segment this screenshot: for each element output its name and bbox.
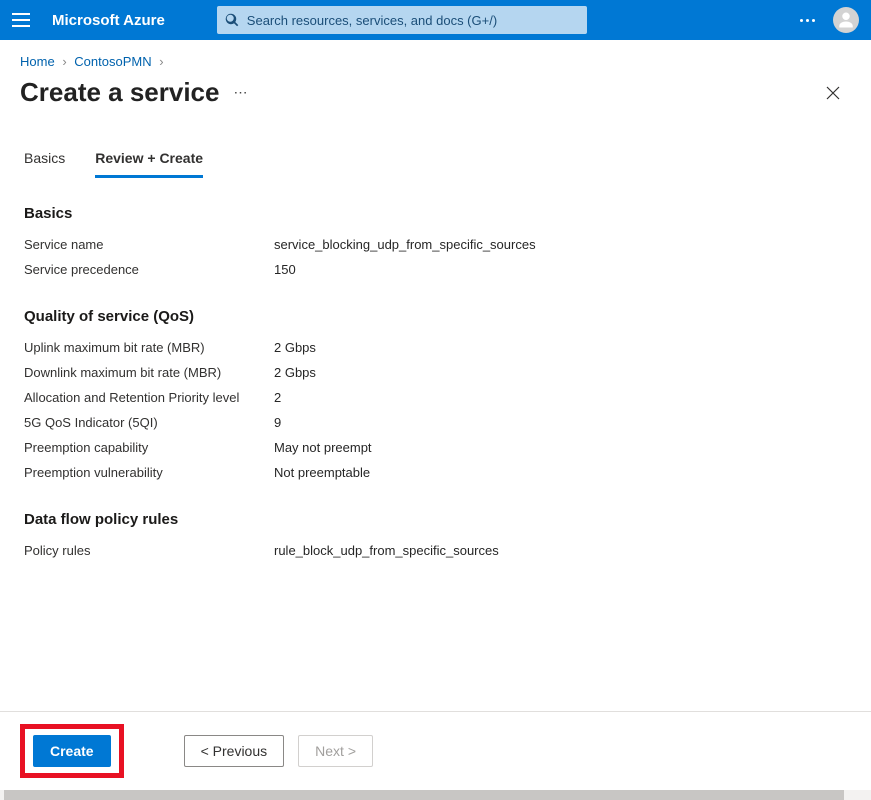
more-actions-icon[interactable] bbox=[800, 19, 815, 22]
brand-label: Microsoft Azure bbox=[52, 12, 165, 29]
table-row: Service precedence 150 bbox=[24, 257, 851, 282]
label-service-precedence: Service precedence bbox=[24, 262, 274, 277]
page-title: Create a service bbox=[20, 77, 219, 108]
scrollbar-thumb[interactable] bbox=[4, 790, 844, 800]
table-row: Preemption capability May not preempt bbox=[24, 435, 851, 460]
global-search[interactable] bbox=[217, 6, 587, 34]
value-5qi: 9 bbox=[274, 415, 281, 430]
search-icon bbox=[225, 13, 239, 27]
hamburger-menu-icon[interactable] bbox=[12, 13, 30, 27]
tabs: Basics Review + Create bbox=[24, 150, 851, 179]
horizontal-scrollbar[interactable] bbox=[0, 790, 871, 800]
value-policy-rules: rule_block_udp_from_specific_sources bbox=[274, 543, 499, 558]
label-downlink-mbr: Downlink maximum bit rate (MBR) bbox=[24, 365, 274, 380]
section-heading-basics: Basics bbox=[24, 205, 851, 222]
global-search-input[interactable] bbox=[245, 12, 579, 29]
label-5qi: 5G QoS Indicator (5QI) bbox=[24, 415, 274, 430]
footer-action-bar: Create < Previous Next > bbox=[0, 711, 871, 790]
value-service-precedence: 150 bbox=[274, 262, 296, 277]
tab-basics[interactable]: Basics bbox=[24, 150, 65, 178]
title-more-icon[interactable]: ⋯ bbox=[233, 84, 248, 101]
dataflow-table: Policy rules rule_block_udp_from_specifi… bbox=[24, 538, 851, 563]
value-uplink-mbr: 2 Gbps bbox=[274, 340, 316, 355]
tab-review-create[interactable]: Review + Create bbox=[95, 150, 203, 178]
label-policy-rules: Policy rules bbox=[24, 543, 274, 558]
create-button-highlight: Create bbox=[20, 724, 124, 778]
table-row: Allocation and Retention Priority level … bbox=[24, 385, 851, 410]
previous-button[interactable]: < Previous bbox=[184, 735, 285, 767]
value-preemption-capability: May not preempt bbox=[274, 440, 372, 455]
value-preemption-vulnerability: Not preemptable bbox=[274, 465, 370, 480]
breadcrumb-link-home[interactable]: Home bbox=[20, 54, 55, 69]
value-downlink-mbr: 2 Gbps bbox=[274, 365, 316, 380]
table-row: Policy rules rule_block_udp_from_specifi… bbox=[24, 538, 851, 563]
label-preemption-capability: Preemption capability bbox=[24, 440, 274, 455]
chevron-right-icon: › bbox=[159, 54, 163, 69]
label-arp-level: Allocation and Retention Priority level bbox=[24, 390, 274, 405]
close-icon[interactable] bbox=[825, 85, 841, 101]
breadcrumb: Home › ContosoPMN › bbox=[20, 40, 851, 77]
value-arp-level: 2 bbox=[274, 390, 281, 405]
section-heading-qos: Quality of service (QoS) bbox=[24, 308, 851, 325]
user-avatar[interactable] bbox=[833, 7, 859, 33]
top-nav-bar: Microsoft Azure bbox=[0, 0, 871, 40]
table-row: Service name service_blocking_udp_from_s… bbox=[24, 232, 851, 257]
table-row: 5G QoS Indicator (5QI) 9 bbox=[24, 410, 851, 435]
table-row: Downlink maximum bit rate (MBR) 2 Gbps bbox=[24, 360, 851, 385]
table-row: Preemption vulnerability Not preemptable bbox=[24, 460, 851, 485]
label-uplink-mbr: Uplink maximum bit rate (MBR) bbox=[24, 340, 274, 355]
create-button[interactable]: Create bbox=[33, 735, 111, 767]
basics-table: Service name service_blocking_udp_from_s… bbox=[24, 232, 851, 282]
value-service-name: service_blocking_udp_from_specific_sourc… bbox=[274, 237, 536, 252]
next-button: Next > bbox=[298, 735, 373, 767]
label-service-name: Service name bbox=[24, 237, 274, 252]
table-row: Uplink maximum bit rate (MBR) 2 Gbps bbox=[24, 335, 851, 360]
breadcrumb-link-contosopmn[interactable]: ContosoPMN bbox=[74, 54, 151, 69]
section-heading-dataflow: Data flow policy rules bbox=[24, 511, 851, 528]
label-preemption-vulnerability: Preemption vulnerability bbox=[24, 465, 274, 480]
chevron-right-icon: › bbox=[62, 54, 66, 69]
qos-table: Uplink maximum bit rate (MBR) 2 Gbps Dow… bbox=[24, 335, 851, 485]
